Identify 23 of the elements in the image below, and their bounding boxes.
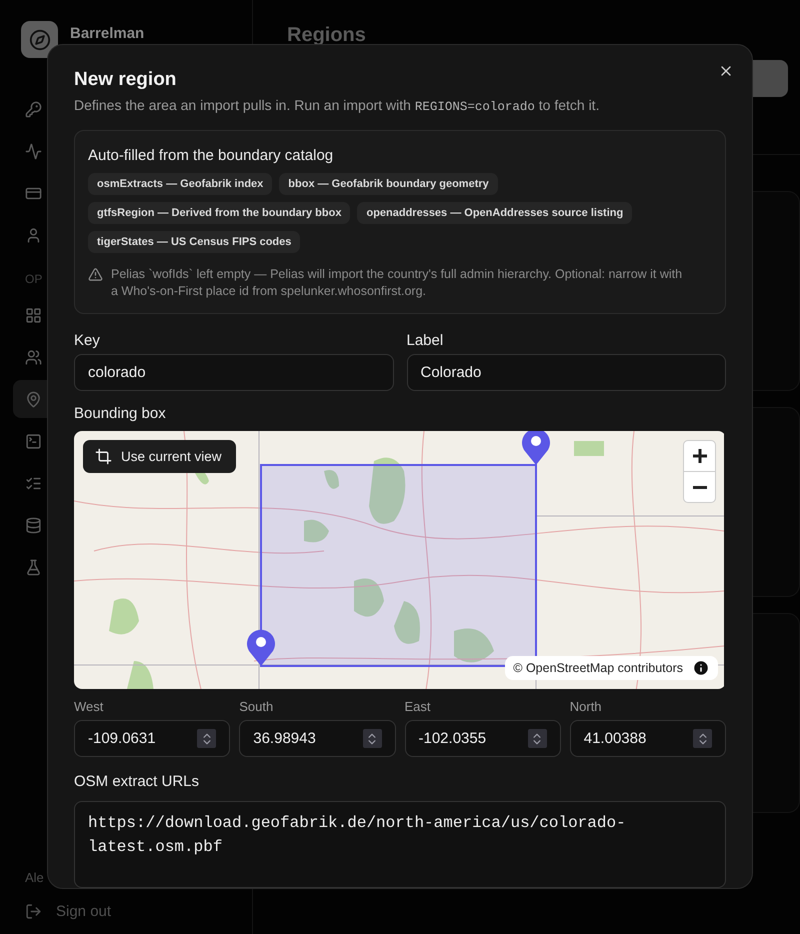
warning-text: Pelias `wofIds` left empty — Pelias will import the country's full admin hierarchy. Optional: narrow it with a Who's-on-First place id from spelunker.whosonfirst.org. (111, 266, 684, 300)
field-label: Key (74, 332, 101, 349)
sign-out-label: Sign out (56, 903, 112, 920)
source-tag: osmExtracts — Geofabrik index (88, 173, 272, 195)
field-label: OSM extract URLs (74, 773, 200, 790)
dialog-subtitle: Defines the area an import pulls in. Run an import with REGIONS=colorado to fetch it. (74, 97, 600, 114)
source-tag: gtfsRegion — Derived from the boundary bbox (88, 202, 350, 224)
field-label: East (404, 699, 432, 714)
source-tag: openaddresses — OpenAddresses source listing (357, 202, 632, 224)
page-title: Regions (287, 24, 366, 47)
section-label: OP (24, 272, 42, 286)
app-name: Barrelman (70, 25, 144, 42)
field-label: West (74, 699, 104, 714)
source-tag: bbox — Geofabrik boundary geometry (279, 173, 498, 195)
source-tag: tigerStates — US Census FIPS codes (88, 231, 300, 253)
field-label: South (239, 699, 274, 714)
field-label: Bounding box (74, 405, 167, 422)
catalog-title: Auto-filled from the boundary catalog (88, 147, 334, 164)
field-label: North (570, 699, 603, 714)
user-name: Ale (24, 870, 44, 885)
attribution-text: © OpenStreetMap contributors (513, 661, 683, 676)
field-label: Label (406, 332, 444, 349)
dialog-title: New region (74, 69, 178, 91)
